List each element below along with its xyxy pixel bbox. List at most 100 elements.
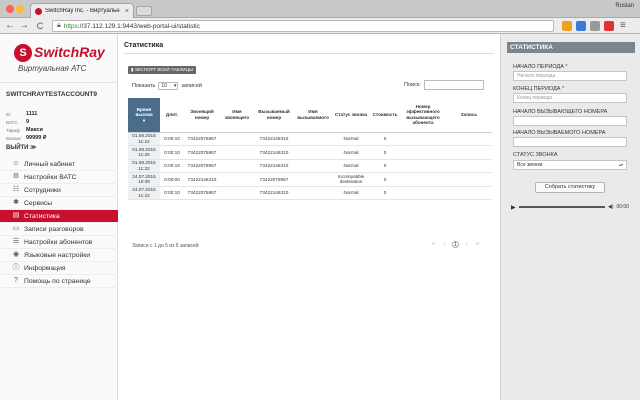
extension-icon[interactable]: [576, 21, 586, 31]
browser-tab[interactable]: SwitchRay Inc. - Виртуальн ×: [30, 3, 134, 18]
table-cell: Normal: [332, 145, 370, 160]
main-menu: ☺ Личный кабинет ⚙ Настройки ВАТС ☷ Сотрудник…: [0, 158, 124, 288]
statistics-icon: ▤: [12, 212, 20, 219]
menu-item-label: Информация: [24, 264, 66, 272]
back-icon[interactable]: ←: [4, 20, 16, 32]
table-cell: [294, 132, 332, 146]
audio-player: ▶ ◀) 00:00: [511, 203, 629, 211]
table-cell: 0: [370, 186, 400, 200]
column-header[interactable]: Звонящий номер: [184, 98, 220, 133]
minimize-window-icon[interactable]: [16, 5, 24, 13]
pager-arrow-icon[interactable]: ›: [463, 241, 470, 248]
column-header[interactable]: Имя вызываемого: [294, 98, 332, 133]
extension-icon[interactable]: [562, 21, 572, 31]
forward-icon[interactable]: →: [18, 20, 30, 32]
audio-track[interactable]: [518, 206, 605, 208]
tab-divider: [124, 53, 494, 54]
account-info: ID 1111 ВАТС 9 Тариф Макси Баланс 99999 ₽: [6, 110, 116, 142]
table-cell: 73422146310: [254, 159, 294, 173]
column-header[interactable]: Имя звонящего: [220, 98, 254, 133]
collect-statistics-button[interactable]: Собрать статистику: [535, 182, 605, 193]
table-cell: Normal: [332, 186, 370, 200]
table-cell: [220, 145, 254, 160]
table-row[interactable]: 01.08.2015 11:26 0:00:10 73422075957 734221…: [128, 145, 492, 160]
table-cell: [294, 172, 332, 187]
table-cell: [446, 159, 492, 173]
search-input[interactable]: [423, 80, 484, 90]
menu-item[interactable]: ⓘ Информация: [0, 262, 118, 275]
tab-statistics[interactable]: Статистика: [124, 42, 163, 51]
end-period-input[interactable]: Конец периода: [513, 93, 627, 103]
menu-item-label: Записи разговоров: [24, 225, 84, 233]
table-cell: Normal: [332, 132, 370, 146]
menu-item[interactable]: ☺ Личный кабинет: [0, 158, 118, 171]
table-row[interactable]: 24.07.2015 10:39 0:00:00 73422146310 734220…: [128, 172, 492, 187]
page-length-select[interactable]: 10: [158, 82, 179, 90]
employees-icon: ☷: [12, 186, 20, 193]
table-cell: 73422075957: [184, 132, 220, 146]
panel-title: СТАТИСТИКА: [507, 42, 635, 53]
table-cell: 0:00:10: [160, 132, 184, 146]
new-tab-button[interactable]: [136, 6, 152, 16]
menu-item-label: Языковые настройки: [24, 251, 91, 259]
pager-arrow-icon[interactable]: «: [430, 241, 437, 248]
settings-icon: ⚙: [12, 173, 20, 180]
table-cell: Normal: [332, 159, 370, 173]
table-cell: [446, 186, 492, 200]
user-icon: ☺: [12, 160, 20, 167]
column-header[interactable]: Запись: [446, 98, 492, 133]
page-number[interactable]: 1: [452, 241, 459, 248]
tab-close-icon[interactable]: ×: [125, 8, 129, 15]
close-window-icon[interactable]: [6, 5, 14, 13]
pager-arrow-icon[interactable]: ‹: [441, 241, 448, 248]
table-cell: 01.08.2015 11:26: [128, 145, 160, 160]
table-row[interactable]: 24.07.2015 11:22 0:00:10 73422075957 734221…: [128, 186, 492, 200]
column-header[interactable]: Стоимость: [370, 98, 400, 133]
table-cell: 73422146310: [254, 132, 294, 146]
browser-user[interactable]: Ruslan: [615, 3, 634, 9]
menu-item[interactable]: ☷ Сотрудники: [0, 184, 118, 197]
menu-item[interactable]: ▭ Записи разговоров: [0, 223, 118, 236]
menu-item[interactable]: ? Помощь по странице: [0, 275, 118, 288]
call-status-select[interactable]: Все звонки: [513, 160, 627, 170]
menu-item[interactable]: ☰ Настройки абонентов: [0, 236, 118, 249]
info-icon: ⓘ: [12, 264, 20, 271]
lock-icon: 🔒︎: [57, 22, 61, 29]
table-cell: 0: [370, 172, 400, 187]
column-header[interactable]: Вызываемый номер: [254, 98, 294, 133]
reload-icon[interactable]: C: [34, 20, 46, 32]
table-cell: [400, 172, 446, 187]
volume-icon[interactable]: ◀): [608, 204, 614, 210]
menu-item[interactable]: ▤ Статистика: [0, 210, 124, 223]
table-cell: 24.07.2015 11:22: [128, 186, 160, 200]
table-cell: [294, 159, 332, 173]
account-value: 1111: [26, 111, 38, 117]
menu-item-label: Личный кабинет: [24, 160, 76, 168]
export-table-button[interactable]: ▮ ЭКСПОРТ ВСЕЙ ТАБЛИЦЫ: [128, 66, 196, 74]
menu-item-label: Сервисы: [24, 199, 53, 207]
play-icon[interactable]: ▶: [511, 204, 516, 211]
column-header[interactable]: Время вызова ▾: [128, 98, 160, 133]
menu-icon[interactable]: ≡: [620, 21, 630, 31]
called-start-input[interactable]: [513, 137, 627, 147]
table-row[interactable]: 01.08.2015 11:22 0:00:10 73422075957 734221…: [128, 132, 492, 146]
extension-icon[interactable]: [590, 21, 600, 31]
search-control: Поиск:: [404, 80, 484, 90]
table-cell: 73422146310: [184, 172, 220, 187]
menu-item[interactable]: ⚙ Настройки ВАТС: [0, 171, 118, 184]
address-bar[interactable]: 🔒︎ https://37.112.129.1:9443/web-portal-…: [52, 20, 554, 32]
menu-item[interactable]: ✱ Сервисы: [0, 197, 118, 210]
start-period-input[interactable]: Начало периода: [513, 71, 627, 81]
table-row[interactable]: 01.08.2015 11:22 0:00:10 73422075957 734221…: [128, 159, 492, 173]
column-header[interactable]: Длит.: [160, 98, 184, 133]
page-length-control: Показать 10 записей: [132, 82, 202, 90]
extension-icon[interactable]: [604, 21, 614, 31]
column-header[interactable]: Номер эффективного вызывающего абонента: [400, 98, 446, 133]
menu-item[interactable]: ◉ Языковые настройки: [0, 249, 118, 262]
table-cell: 73422075957: [184, 159, 220, 173]
logout-link[interactable]: ВЫЙТИ ≫: [6, 144, 36, 151]
caller-start-input[interactable]: [513, 116, 627, 126]
column-header[interactable]: Статус звонка: [332, 98, 370, 133]
show-suffix: записей: [181, 83, 202, 89]
pager-arrow-icon[interactable]: »: [474, 241, 481, 248]
